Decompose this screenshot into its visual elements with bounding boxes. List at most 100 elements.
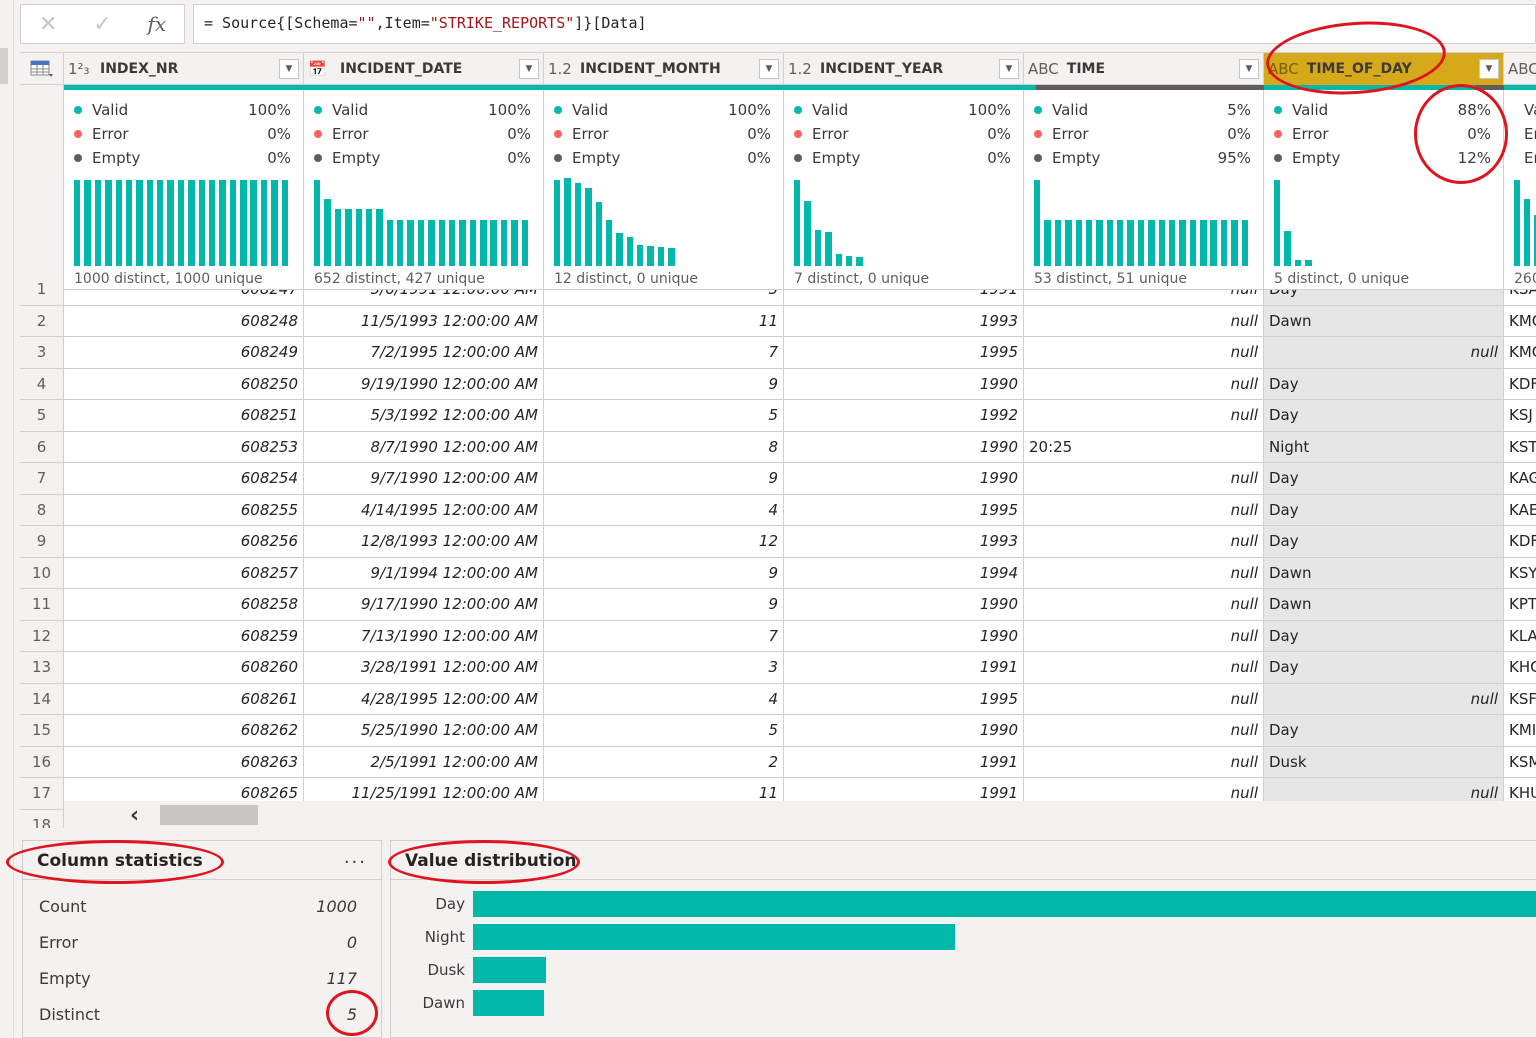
fx-icon[interactable]: fx [130, 12, 184, 36]
row-number[interactable]: 1 [20, 274, 64, 305]
histogram-bar[interactable] [1148, 220, 1155, 266]
row-number[interactable]: 6 [20, 431, 64, 462]
table-cell[interactable]: null [1024, 746, 1264, 777]
table-cell[interactable]: 9 [544, 589, 784, 620]
column-type-icon[interactable]: ABC [1028, 60, 1059, 78]
table-cell[interactable]: 9/17/1990 12:00:00 AM [304, 589, 544, 620]
histogram-bar[interactable] [1189, 220, 1197, 266]
table-cell[interactable]: 1992 [784, 400, 1024, 431]
histogram-bar[interactable] [1034, 180, 1041, 266]
table-cell[interactable]: Day [1264, 526, 1504, 557]
histogram-bar[interactable] [480, 220, 487, 266]
column-header-incident-month[interactable]: 1.2 INCIDENT_MONTH ▼ [544, 53, 784, 85]
row-number[interactable]: 9 [20, 526, 64, 557]
histogram-bar[interactable] [314, 180, 321, 266]
histogram-bar[interactable] [1065, 220, 1072, 266]
row-number[interactable]: 18 [20, 809, 64, 828]
table-cell[interactable]: Dusk [1264, 746, 1504, 777]
table-row[interactable]: 9 608256 12/8/1993 12:00:00 AM 12 1993 null Da… [20, 526, 1536, 558]
table-cell[interactable]: Day [1264, 652, 1504, 683]
histogram-bar[interactable] [1514, 180, 1521, 266]
histogram-bar[interactable] [1305, 259, 1312, 266]
histogram-bar[interactable] [574, 182, 582, 266]
queries-pane-tab[interactable] [0, 48, 8, 84]
table-cell[interactable]: 608260 [64, 652, 304, 683]
table-cell[interactable]: 608256 [64, 526, 304, 557]
table-row[interactable]: 7 608254 9/7/1990 12:00:00 AM 9 1990 null Day K… [20, 463, 1536, 495]
column-header-time-of-day[interactable]: ABC TIME_OF_DAY ▼ [1264, 53, 1504, 85]
histogram-bar[interactable] [585, 187, 592, 266]
histogram-bar[interactable] [564, 178, 571, 266]
table-row[interactable]: 13 608260 3/28/1991 12:00:00 AM 3 1991 null Da… [20, 652, 1536, 684]
table-cell[interactable]: 9/1/1994 12:00:00 AM [304, 557, 544, 588]
table-row[interactable]: 10 608257 9/1/1994 12:00:00 AM 9 1994 null Daw… [20, 557, 1536, 589]
table-row[interactable]: 5 608251 5/3/1992 12:00:00 AM 5 1992 null Day K… [20, 400, 1536, 432]
histogram-bar[interactable] [1179, 220, 1186, 266]
scroll-left-icon[interactable]: ‹ [130, 803, 139, 828]
table-cell[interactable]: 608259 [64, 620, 304, 651]
histogram-bar[interactable] [188, 180, 195, 266]
table-cell[interactable]: 1993 [784, 526, 1024, 557]
histogram-bar[interactable] [177, 180, 185, 266]
table-cell[interactable]: 4 [544, 683, 784, 714]
table-cell[interactable]: 608262 [64, 715, 304, 746]
histogram-bar[interactable] [136, 180, 143, 266]
table-cell[interactable]: KPT [1504, 589, 1536, 620]
histogram-bar[interactable] [1096, 220, 1103, 266]
table-row[interactable]: 2 608248 11/5/1993 12:00:00 AM 11 1993 null Da… [20, 305, 1536, 337]
table-cell[interactable]: 1994 [784, 557, 1024, 588]
column-type-icon[interactable]: ABC [1508, 60, 1536, 78]
table-cell[interactable]: 1990 [784, 463, 1024, 494]
histogram-bar[interactable] [521, 220, 529, 266]
table-cell[interactable]: null [1264, 683, 1504, 714]
table-cell[interactable]: 608248 [64, 305, 304, 336]
histogram-bar[interactable] [115, 180, 122, 266]
column-type-icon[interactable]: 📅 [308, 60, 332, 78]
histogram-bar[interactable] [490, 220, 497, 266]
table-menu-button[interactable] [20, 53, 64, 85]
histogram-bar[interactable] [74, 180, 81, 266]
column-type-icon[interactable]: 1²₃ [68, 60, 92, 78]
histogram-bar[interactable] [250, 180, 257, 266]
table-cell[interactable]: 1991 [784, 652, 1024, 683]
table-cell[interactable]: 5 [544, 715, 784, 746]
histogram-bar[interactable] [1284, 230, 1291, 266]
row-number[interactable]: 3 [20, 337, 64, 368]
table-cell[interactable]: KAG [1504, 463, 1536, 494]
histogram-bar[interactable] [459, 220, 466, 266]
histogram-bar[interactable] [835, 253, 842, 266]
table-cell[interactable]: KDF [1504, 526, 1536, 557]
table-cell[interactable]: 608249 [64, 337, 304, 368]
histogram-bar[interactable] [281, 180, 289, 266]
more-options-button[interactable]: ... [344, 847, 367, 868]
table-cell[interactable]: null [1024, 557, 1264, 588]
table-cell[interactable]: 3/28/1991 12:00:00 AM [304, 652, 544, 683]
histogram-bar[interactable] [1044, 220, 1051, 266]
histogram-bar[interactable] [1168, 220, 1176, 266]
table-cell[interactable]: 1995 [784, 494, 1024, 525]
table-cell[interactable]: Day [1264, 620, 1504, 651]
table-cell[interactable]: null [1024, 494, 1264, 525]
row-number[interactable]: 17 [20, 778, 64, 809]
histogram-bar[interactable] [365, 209, 373, 266]
table-cell[interactable]: 11/5/1993 12:00:00 AM [304, 305, 544, 336]
row-number[interactable]: 10 [20, 557, 64, 588]
table-cell[interactable]: KDF [1504, 369, 1536, 400]
row-number[interactable]: 7 [20, 463, 64, 494]
table-row[interactable]: 6 608253 8/7/1990 12:00:00 AM 8 1990 20:25 Nig… [20, 431, 1536, 463]
table-cell[interactable]: 1990 [784, 715, 1024, 746]
table-cell[interactable]: null [1024, 683, 1264, 714]
queries-pane-collapsed[interactable] [0, 0, 14, 1038]
table-cell[interactable]: Dawn [1264, 589, 1504, 620]
table-cell[interactable]: null [1024, 620, 1264, 651]
table-cell[interactable]: null [1024, 589, 1264, 620]
table-cell[interactable]: null [1024, 305, 1264, 336]
table-cell[interactable]: 20:25 [1024, 431, 1264, 462]
table-cell[interactable]: 1991 [784, 746, 1024, 777]
histogram-bar[interactable] [1085, 220, 1093, 266]
histogram-bar[interactable] [605, 219, 613, 266]
table-cell[interactable]: 9/7/1990 12:00:00 AM [304, 463, 544, 494]
table-cell[interactable]: KLA [1504, 621, 1536, 652]
table-cell[interactable]: KSJ [1504, 400, 1536, 431]
table-cell[interactable]: 608253 [64, 431, 304, 462]
